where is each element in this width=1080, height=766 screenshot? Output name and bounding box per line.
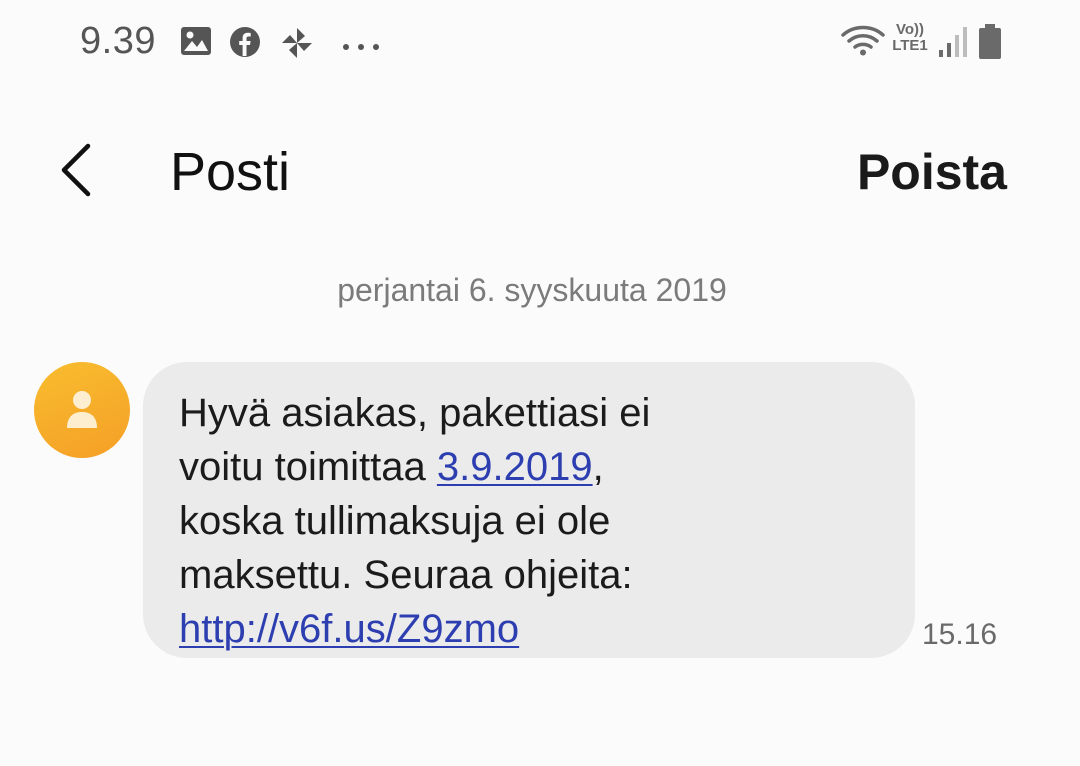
battery-icon [978, 24, 1002, 65]
message-line: koska tullimaksuja ei ole [179, 494, 885, 548]
chevron-left-icon [52, 143, 112, 210]
message-line: voitu toimittaa 3.9.2019, [179, 440, 885, 494]
message-text: maksettu. Seuraa ohjeita: [179, 553, 633, 597]
more-dots-icon [342, 38, 382, 56]
status-bar: 9.39 Vo)) LTE1 [0, 0, 1080, 84]
delete-button[interactable]: Poista [857, 142, 1007, 202]
pinwheel-icon [280, 26, 314, 65]
date-divider: perjantai 6. syyskuuta 2019 [337, 272, 727, 308]
contact-title: Posti [170, 142, 291, 202]
back-button[interactable] [52, 136, 112, 206]
messages-screen: 9.39 Vo)) LTE1 Posti Poista perjantai 6.… [0, 0, 1080, 766]
message-text: Hyvä asiakas, pakettiasi ei [179, 391, 651, 435]
message-line: maksettu. Seuraa ohjeita: [179, 548, 885, 602]
facebook-icon [229, 26, 261, 63]
message-timestamp: 15.16 [922, 618, 998, 651]
status-time: 9.39 [80, 20, 156, 62]
message-line: Hyvä asiakas, pakettiasi ei [179, 386, 885, 440]
message-line: http://v6f.us/Z9zmo [179, 602, 885, 656]
message-bubble[interactable]: Hyvä asiakas, pakettiasi ei voitu toimit… [143, 362, 915, 658]
signal-icon [938, 26, 968, 63]
volte-label: Vo)) [895, 21, 925, 38]
message-text: , [592, 445, 604, 489]
conversation-header: Posti Poista [0, 110, 1080, 230]
volte-icon: Vo)) LTE1 [888, 22, 932, 54]
lte-label: LTE1 [892, 37, 928, 54]
date-link[interactable]: 3.9.2019 [437, 445, 593, 489]
message-text: voitu toimittaa [179, 445, 437, 489]
wifi-icon [840, 24, 886, 63]
message-text: koska tullimaksuja ei ole [179, 499, 611, 543]
gallery-icon [180, 26, 212, 61]
avatar[interactable] [34, 362, 130, 458]
url-link[interactable]: http://v6f.us/Z9zmo [179, 607, 519, 651]
